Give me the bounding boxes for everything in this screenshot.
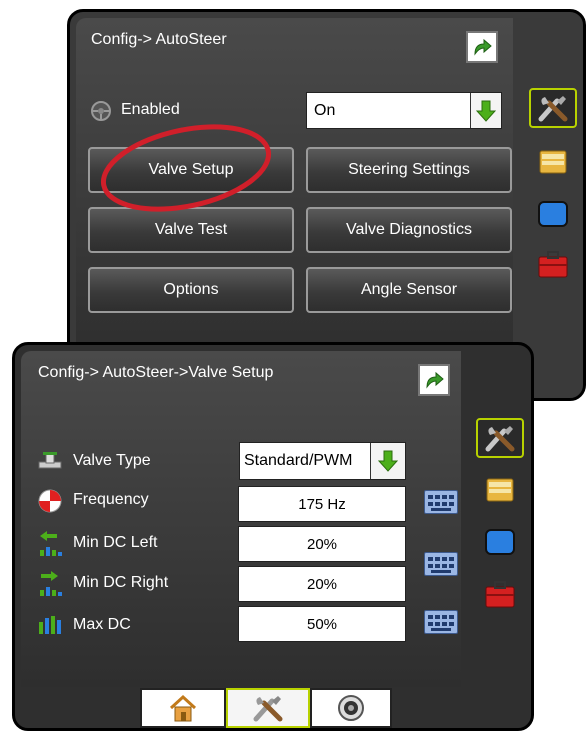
options-button[interactable]: Options xyxy=(88,267,294,313)
enabled-select[interactable]: On xyxy=(306,92,502,129)
min-dc-right-field[interactable]: 20% xyxy=(238,566,406,602)
frequency-field[interactable]: 175 Hz xyxy=(238,486,406,522)
min-dc-left-label: Min DC Left xyxy=(73,534,158,551)
side-tab-toolbox[interactable] xyxy=(476,574,524,614)
dropdown-arrow[interactable] xyxy=(470,93,501,128)
enabled-select-value: On xyxy=(314,101,336,119)
min-dc-right-icon xyxy=(37,570,63,598)
gauge-icon xyxy=(338,695,364,721)
min-dc-left-icon xyxy=(37,530,63,558)
frequency-icon xyxy=(37,488,63,514)
page-breadcrumb: Config-> AutoSteer xyxy=(91,31,227,48)
valve-type-label: Valve Type xyxy=(73,452,151,469)
back-arrow-icon xyxy=(426,371,444,389)
back-button[interactable] xyxy=(466,31,498,63)
valve-type-value: Standard/PWM xyxy=(244,452,353,469)
angle-sensor-button[interactable]: Angle Sensor xyxy=(306,267,512,313)
valve-diagnostics-button[interactable]: Valve Diagnostics xyxy=(306,207,512,253)
max-dc-label: Max DC xyxy=(73,616,131,633)
side-tab-toolbox[interactable] xyxy=(529,244,577,284)
folder-icon xyxy=(539,150,567,174)
side-tab-folder[interactable] xyxy=(476,470,524,510)
keyboard-icon[interactable] xyxy=(424,552,458,576)
keyboard-icon[interactable] xyxy=(424,610,458,634)
valve-icon xyxy=(37,450,63,472)
side-tab-tools[interactable] xyxy=(529,88,577,128)
folder-icon xyxy=(486,478,514,502)
tab-gauge[interactable] xyxy=(310,688,392,728)
steering-settings-button[interactable]: Steering Settings xyxy=(306,147,512,193)
green-down-arrow-icon xyxy=(476,100,496,122)
min-dc-left-field[interactable]: 20% xyxy=(238,526,406,562)
max-dc-field[interactable]: 50% xyxy=(238,606,406,642)
side-tab-display[interactable] xyxy=(529,194,577,234)
frequency-label: Frequency xyxy=(73,491,149,508)
side-tab-tools[interactable] xyxy=(476,418,524,458)
valve-type-select[interactable]: Standard/PWM xyxy=(239,442,406,480)
blue-display-icon xyxy=(538,201,568,227)
tab-tools[interactable] xyxy=(226,688,310,728)
green-down-arrow-icon xyxy=(378,450,398,472)
home-icon xyxy=(169,694,197,722)
keyboard-icon[interactable] xyxy=(424,490,458,514)
red-toolbox-icon xyxy=(538,251,568,278)
back-button[interactable] xyxy=(418,364,450,396)
highlight-ellipse xyxy=(100,124,272,212)
min-dc-right-label: Min DC Right xyxy=(73,574,169,591)
dropdown-arrow[interactable] xyxy=(370,443,405,479)
tools-icon xyxy=(253,696,283,722)
back-arrow-icon xyxy=(474,38,492,56)
red-toolbox-icon xyxy=(485,581,515,608)
side-tab-display[interactable] xyxy=(476,522,524,562)
blue-display-icon xyxy=(485,529,515,555)
max-dc-icon xyxy=(37,614,63,636)
tools-icon xyxy=(538,96,568,122)
page-breadcrumb: Config-> AutoSteer->Valve Setup xyxy=(38,364,274,381)
tools-icon xyxy=(485,426,515,452)
side-tab-folder[interactable] xyxy=(529,142,577,182)
tab-home[interactable] xyxy=(140,688,226,728)
